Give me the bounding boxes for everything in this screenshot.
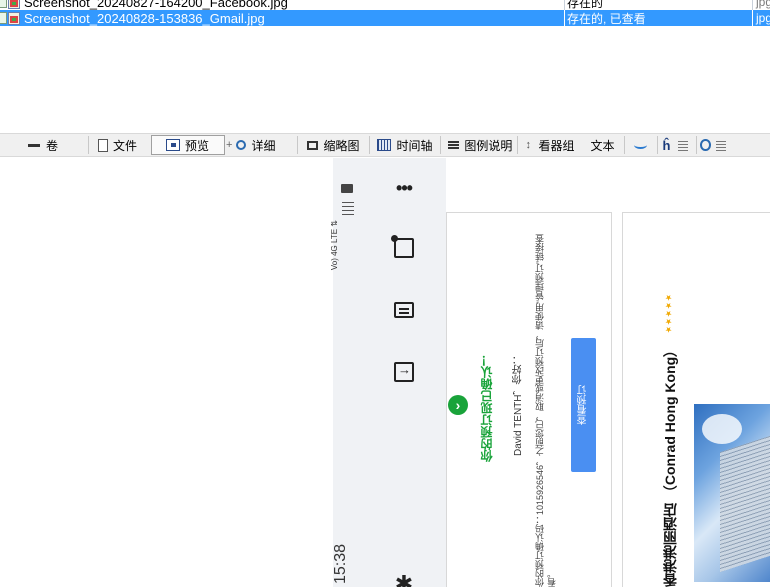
column-divider [752, 10, 753, 26]
binoculars-icon: ĥ [662, 138, 671, 153]
thumbnails-label: 缩略图 [323, 138, 360, 153]
plus-icon: + [226, 139, 233, 151]
mark-unread-icon[interactable] [391, 235, 416, 260]
file-type: jpg [756, 11, 770, 25]
file-status: 存在的, 已查看 [567, 11, 646, 26]
phone-clock: 15:38 [332, 544, 349, 585]
archive-icon[interactable] [392, 298, 416, 322]
calendar-grid-icon [377, 139, 392, 151]
preview-label: 预览 [185, 138, 210, 153]
file-button[interactable]: 文件 [89, 135, 151, 155]
battery-icon [341, 184, 353, 193]
confirmation-heading: 你的预订现已确认！ [480, 354, 494, 462]
text-button[interactable]: 文本 [584, 135, 624, 155]
hex-view-button[interactable]: ĥ [658, 135, 696, 155]
timeline-button[interactable]: 时间轴 [370, 135, 440, 155]
waveform-button[interactable] [625, 135, 657, 155]
metadata-button[interactable] [697, 135, 737, 155]
greeting-text: David TENTH，你好： [513, 354, 524, 457]
text-label: 文本 [590, 138, 615, 153]
legend-button[interactable]: 图例说明 [441, 135, 517, 155]
viewer-group-label: 看器组 [538, 138, 575, 153]
lines-icon [678, 139, 689, 151]
thumbnails-button[interactable]: 缩略图 [298, 135, 369, 155]
monitor-icon [307, 140, 319, 150]
waveform-icon [634, 141, 648, 149]
more-options-icon[interactable]: ••• [392, 176, 416, 200]
volume-icon [27, 139, 41, 151]
viewer-group-button[interactable]: ↕ 看器组 [518, 135, 584, 155]
view-booking-button[interactable]: 查看预订 [571, 338, 596, 472]
file-row-gmail[interactable]: Screenshot_20240828-153836_Gmail.jpg 存在的… [0, 10, 770, 26]
column-divider [564, 10, 565, 26]
file-label: 文件 [113, 138, 138, 153]
check-circle-icon: › [448, 395, 468, 415]
hotel-stars: ★★★★★ [664, 294, 673, 334]
move-to-icon[interactable] [392, 360, 416, 384]
file-type: jpg [756, 0, 770, 9]
file-row-facebook[interactable]: Screenshot_20240827-164200_Facebook.jpg … [0, 0, 770, 10]
volume-label: 卷 [46, 138, 59, 153]
file-name: Screenshot_20240828-153836_Gmail.jpg [24, 10, 265, 26]
list-icon [447, 139, 460, 151]
view-booking-label: 查看预订 [578, 385, 589, 425]
star-icon[interactable]: ✱ [392, 571, 416, 587]
row-checkbox[interactable] [0, 12, 7, 24]
row-checkbox[interactable] [0, 0, 7, 8]
preview-icon [166, 139, 180, 151]
column-divider [564, 0, 565, 10]
up-down-arrows-icon: ↕ [525, 139, 531, 151]
hotel-name: 香港港丽酒店 （Conrad Hong Kong） [662, 342, 678, 587]
view-toolbar: 卷 文件 预览 + 详细 缩略图 时间轴 图例说明 ↕ 看器组 文本 ĥ [0, 133, 770, 157]
preview-button[interactable]: 预览 [151, 135, 225, 155]
timeline-label: 时间轴 [396, 138, 433, 153]
hotel-photo [694, 404, 770, 582]
image-file-icon [8, 0, 20, 9]
column-divider [752, 0, 753, 10]
zoom-icon [700, 139, 711, 151]
legend-label: 图例说明 [464, 138, 513, 153]
magnifier-icon [236, 140, 247, 150]
lines-icon [715, 139, 727, 151]
details-label: 详细 [251, 138, 276, 153]
details-button[interactable]: 详细 [233, 135, 297, 155]
network-indicator: Vo) 4G LTE ⇅ [330, 220, 339, 271]
volume-button[interactable]: 卷 [0, 135, 88, 155]
document-icon [98, 138, 108, 152]
signal-icon [342, 200, 354, 216]
file-name: Screenshot_20240827-164200_Facebook.jpg [24, 0, 288, 10]
file-list: Screenshot_20240827-164200_Facebook.jpg … [0, 0, 770, 126]
image-file-icon [8, 11, 20, 25]
booking-details-text: 你的预订确认码：1015926546，之前您已，取消或更改预订后，请使用“管理预… [535, 233, 557, 587]
